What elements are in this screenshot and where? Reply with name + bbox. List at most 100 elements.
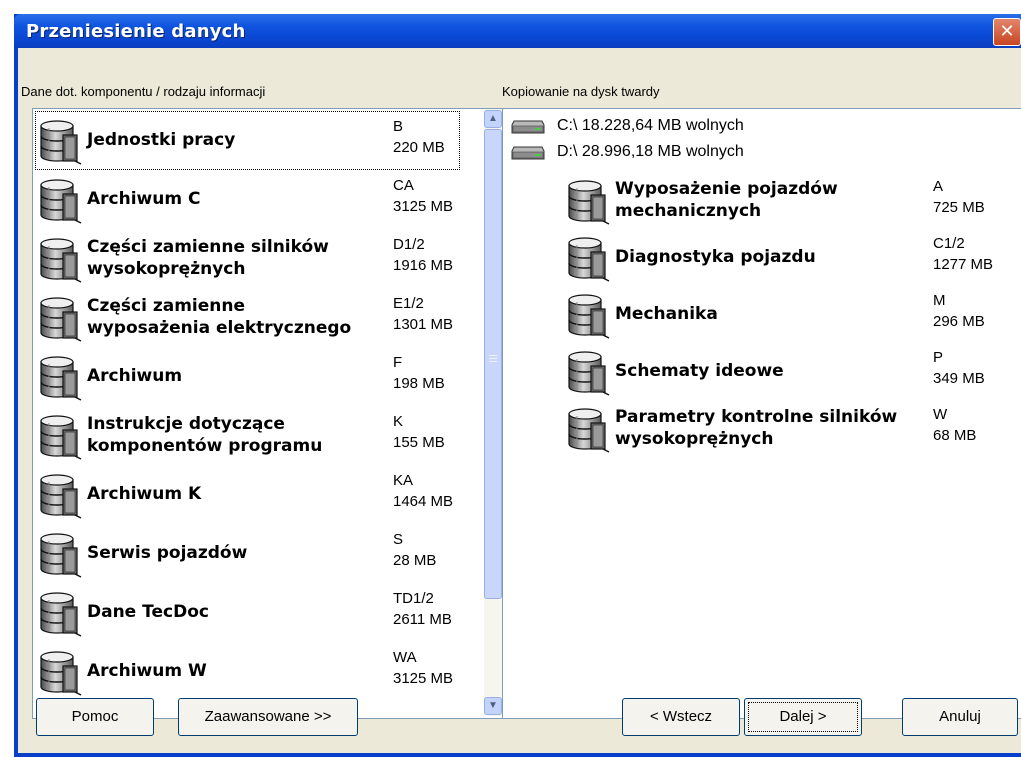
item-name-line: wysokoprężnych <box>87 259 246 279</box>
item-name: Instrukcje dotyczące komponentów programu <box>87 413 322 457</box>
item-code: A <box>933 178 944 195</box>
item-name: Parametry kontrolne silników wysokoprężny… <box>615 406 897 450</box>
item-code: WA <box>393 649 417 666</box>
item-name: Archiwum <box>87 365 182 387</box>
item-code-size: A 725 MB <box>933 176 985 218</box>
item-code: M <box>933 292 946 309</box>
database-icon <box>37 235 83 283</box>
item-code-size: E1/2 1301 MB <box>393 293 453 335</box>
item-code: TD1/2 <box>393 590 434 607</box>
title-bar[interactable]: Przeniesienie danych ✕ <box>14 14 1021 48</box>
window-title: Przeniesienie danych <box>26 21 246 42</box>
tree-item[interactable]: Mechanika M 296 MB <box>563 285 1021 342</box>
item-code-size: D1/2 1916 MB <box>393 234 453 276</box>
item-size: 68 MB <box>933 427 977 444</box>
back-button[interactable]: < Wstecz <box>622 698 740 736</box>
item-code: F <box>393 354 403 371</box>
scroll-down-button[interactable]: ▼ <box>484 697 502 715</box>
item-code: D1/2 <box>393 236 425 253</box>
item-code: W <box>933 406 948 423</box>
item-size: 3125 MB <box>393 198 454 215</box>
list-item[interactable]: Archiwum C CA 3125 MB <box>35 170 460 229</box>
database-icon <box>565 177 611 225</box>
list-item[interactable]: Jednostki pracy B 220 MB <box>35 111 460 170</box>
item-name-line: Wyposażenie pojazdów <box>615 179 838 199</box>
item-size: 1464 MB <box>393 493 454 510</box>
item-code-size: CA 3125 MB <box>393 175 453 217</box>
advanced-button[interactable]: Zaawansowane >> <box>178 698 358 736</box>
left-panel-label: Dane dot. komponentu / rodzaju informacj… <box>21 84 266 99</box>
tree-item[interactable]: Diagnostyka pojazdu C1/2 1277 MB <box>563 228 1021 285</box>
scrollbar-grip <box>489 361 497 362</box>
item-name: Wyposażenie pojazdów mechanicznych <box>615 178 838 222</box>
item-name: Części zamienne silników wysokoprężnych <box>87 236 329 280</box>
item-name-line: Części zamienne silników <box>87 237 329 257</box>
tree-item[interactable]: Wyposażenie pojazdów mechanicznych A 725 MB <box>563 171 1021 228</box>
list-item[interactable]: Archiwum K KA 1464 MB <box>35 465 460 524</box>
item-name-line: Archiwum <box>87 366 183 386</box>
database-icon <box>37 176 83 224</box>
item-name-line: Schematy ideowe <box>615 361 784 381</box>
tree-item[interactable]: Schematy ideowe P 349 MB <box>563 342 1021 399</box>
database-icon <box>37 353 83 401</box>
item-code: K <box>393 413 404 430</box>
item-code-size: F 198 MB <box>393 352 445 394</box>
item-name-line: Części zamienne <box>87 296 246 316</box>
database-icon <box>565 405 611 453</box>
item-code-size: TD1/2 2611 MB <box>393 588 452 630</box>
hard-disk-tree[interactable]: C:\ 18.228,64 MB wolnych D:\ 28.996,18 M… <box>502 108 1021 719</box>
item-name-line: Mechanika <box>615 304 718 324</box>
item-size: 1301 MB <box>393 316 454 333</box>
item-name-line: Archiwum K <box>87 484 202 504</box>
database-icon <box>37 471 83 519</box>
item-name-line: Jednostki pracy <box>87 130 236 150</box>
item-name-line: Serwis pojazdów <box>87 543 248 563</box>
item-code: CA <box>393 177 414 194</box>
list-item[interactable]: Części zamienne silników wysokoprężnych D1… <box>35 229 460 288</box>
item-name: Mechanika <box>615 303 718 325</box>
list-item[interactable]: Serwis pojazdów S 28 MB <box>35 524 460 583</box>
list-item[interactable]: Dane TecDoc TD1/2 2611 MB <box>35 583 460 642</box>
database-icon <box>37 117 83 165</box>
help-button[interactable]: Pomoc <box>36 698 154 736</box>
hard-drive-icon <box>511 119 545 135</box>
vertical-scrollbar[interactable]: ▲ ▼ <box>484 109 502 716</box>
database-icon <box>565 234 611 282</box>
database-icon <box>565 348 611 396</box>
database-icon <box>37 530 83 578</box>
item-code-size: B 220 MB <box>393 116 445 158</box>
list-item[interactable]: Archiwum W WA 3125 MB <box>35 642 460 701</box>
tree-item[interactable]: Parametry kontrolne silników wysokoprężny… <box>563 399 1021 456</box>
item-name: Serwis pojazdów <box>87 542 247 564</box>
item-code: KA <box>393 472 414 489</box>
close-button[interactable]: ✕ <box>993 18 1021 46</box>
dialog-window: Przeniesienie danych ✕ Dane dot. kompone… <box>14 14 1021 757</box>
item-code-size: KA 1464 MB <box>393 470 453 512</box>
item-size: 1277 MB <box>933 256 994 273</box>
list-item[interactable]: Archiwum F 198 MB <box>35 347 460 406</box>
item-size: 28 MB <box>393 552 437 569</box>
item-name-line: mechanicznych <box>615 201 762 221</box>
scroll-up-button[interactable]: ▲ <box>484 110 502 128</box>
drive-label: D:\ 28.996,18 MB wolnych <box>557 143 744 160</box>
item-name-line: wysokoprężnych <box>615 429 774 449</box>
item-code: S <box>393 531 404 548</box>
item-code: C1/2 <box>933 235 965 252</box>
item-code-size: P 349 MB <box>933 347 985 389</box>
item-size: 155 MB <box>393 434 445 451</box>
list-item[interactable]: Części zamienne wyposażenia elektrycznego… <box>35 288 460 347</box>
item-size: 3125 MB <box>393 670 454 687</box>
database-icon <box>37 589 83 637</box>
item-size: 1916 MB <box>393 257 454 274</box>
database-icon <box>565 291 611 339</box>
cancel-button[interactable]: Anuluj <box>902 698 1018 736</box>
item-name-line: Instrukcje dotyczące <box>87 414 285 434</box>
item-code: E1/2 <box>393 295 424 312</box>
next-button[interactable]: Dalej > <box>744 698 862 736</box>
item-size: 198 MB <box>393 375 445 392</box>
database-icon <box>37 648 83 696</box>
item-name: Archiwum W <box>87 660 207 682</box>
list-item[interactable]: Instrukcje dotyczące komponentów programu… <box>35 406 460 465</box>
component-list[interactable]: Jednostki pracy B 220 MB Archiwum C CA 3125 … <box>32 108 504 719</box>
scrollbar-thumb[interactable] <box>484 129 502 599</box>
